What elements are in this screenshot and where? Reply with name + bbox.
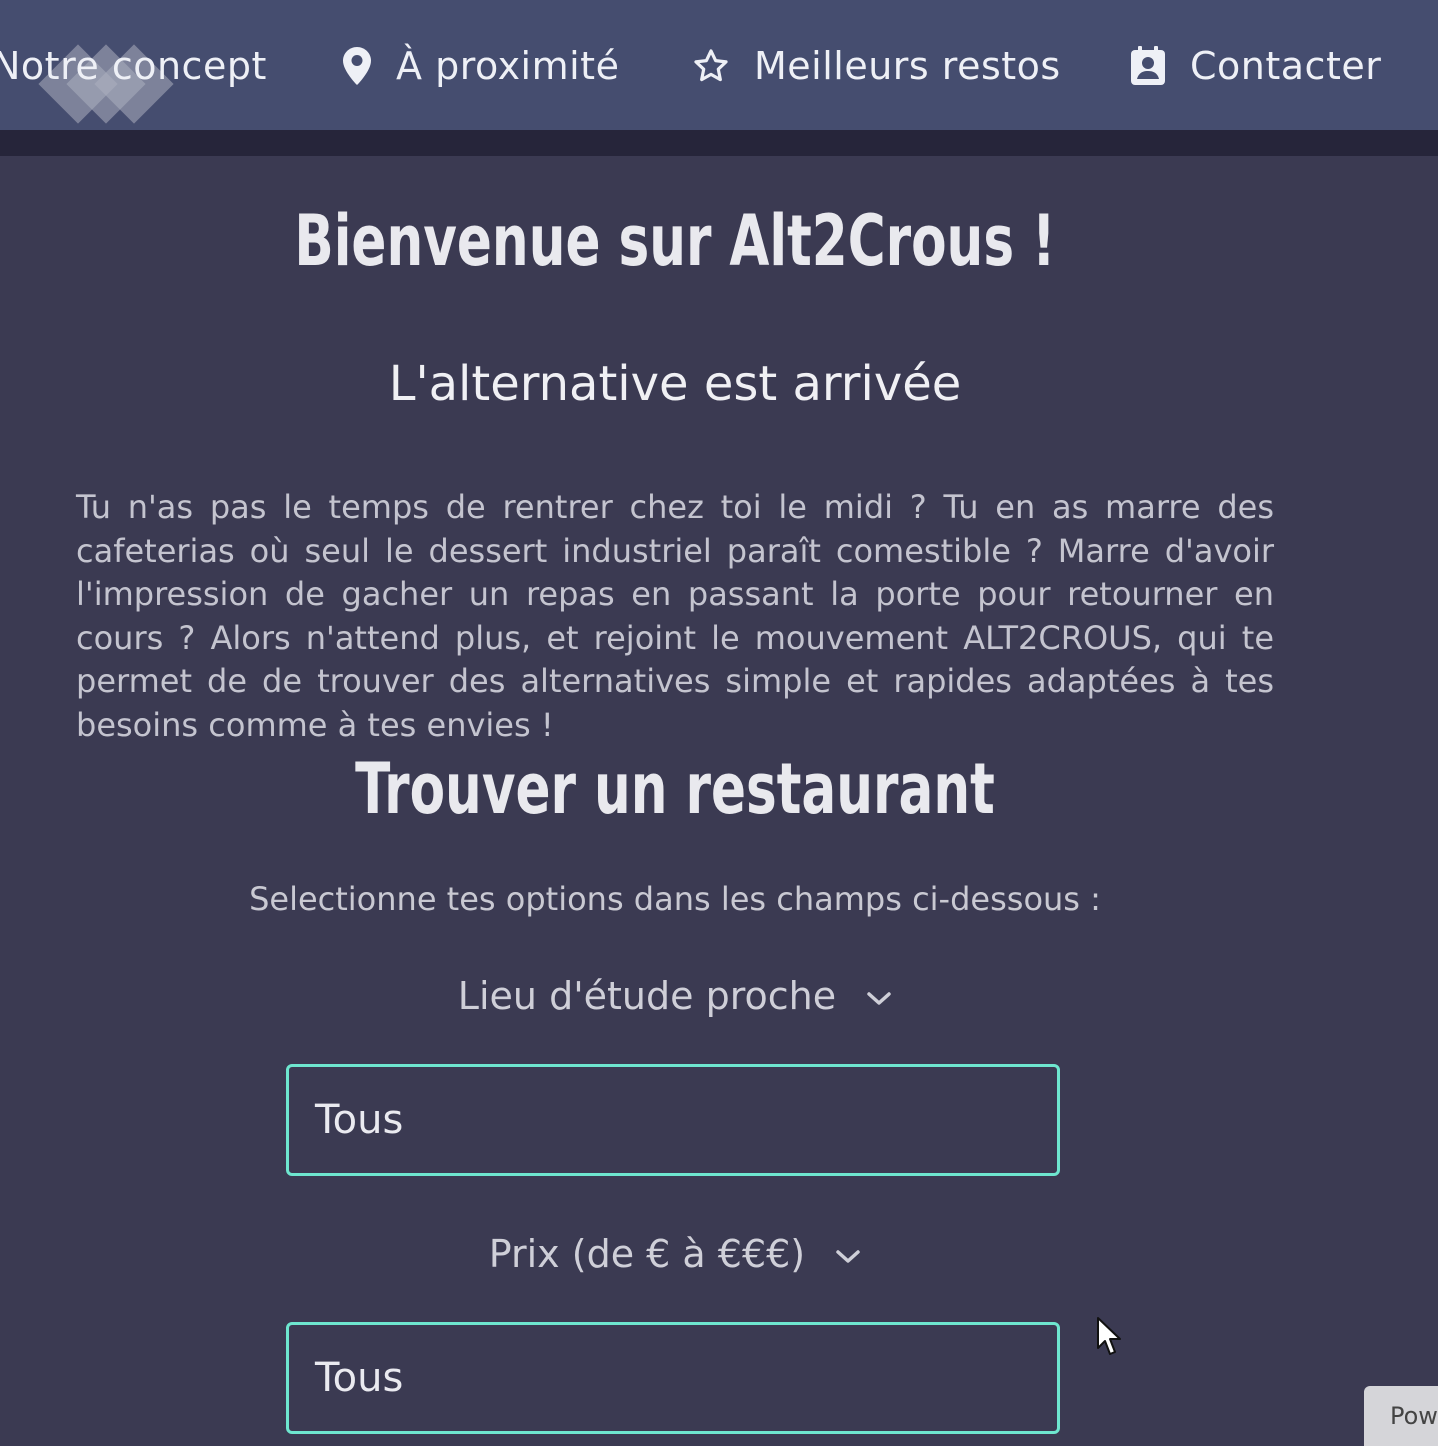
nav-item-proximite[interactable]: À proximité <box>342 40 619 92</box>
lieu-select[interactable]: Tous <box>286 1064 1060 1176</box>
page-subtitle: L'alternative est arrivée <box>388 356 962 412</box>
chevron-down-icon <box>867 991 891 1005</box>
filter-label-text: Prix (de € à €€€) <box>488 1232 806 1276</box>
nav-item-label: Meilleurs restos <box>754 44 1061 88</box>
chevron-down-icon <box>836 1249 860 1263</box>
powered-by-tab[interactable]: Pow <box>1364 1386 1438 1446</box>
lieu-select-value: Tous <box>315 1097 404 1143</box>
nav-item-contacter[interactable]: Contacter <box>1130 40 1381 92</box>
prix-select-value: Tous <box>315 1355 404 1401</box>
page-title: Bienvenue sur Alt2Crous ! <box>294 200 1056 282</box>
prix-select[interactable]: Tous <box>286 1322 1060 1434</box>
navbar-shadow <box>0 130 1438 156</box>
search-title: Trouver un restaurant <box>355 748 995 830</box>
nav-item-label: Contacter <box>1190 44 1382 88</box>
nav-item-label: Notre concept <box>0 44 267 88</box>
star-icon <box>694 49 728 82</box>
contact-card-icon <box>1131 46 1165 85</box>
filter-label-prix[interactable]: Prix (de € à €€€) <box>0 1232 1350 1276</box>
filter-label-lieu[interactable]: Lieu d'étude proche <box>0 974 1350 1018</box>
search-prompt: Selectionne tes options dans les champs … <box>249 880 1101 918</box>
mouse-cursor-icon <box>1097 1317 1121 1355</box>
nav-item-concept[interactable]: Notre concept <box>0 40 267 92</box>
nav-item-meilleurs-restos[interactable]: Meilleurs restos <box>692 40 1061 92</box>
intro-paragraph: Tu n'as pas le temps de rentrer chez toi… <box>76 488 1274 744</box>
filter-label-text: Lieu d'étude proche <box>457 974 837 1018</box>
map-pin-icon <box>343 47 371 85</box>
nav-item-label: À proximité <box>396 44 620 88</box>
powered-by-label: Pow <box>1390 1402 1438 1430</box>
